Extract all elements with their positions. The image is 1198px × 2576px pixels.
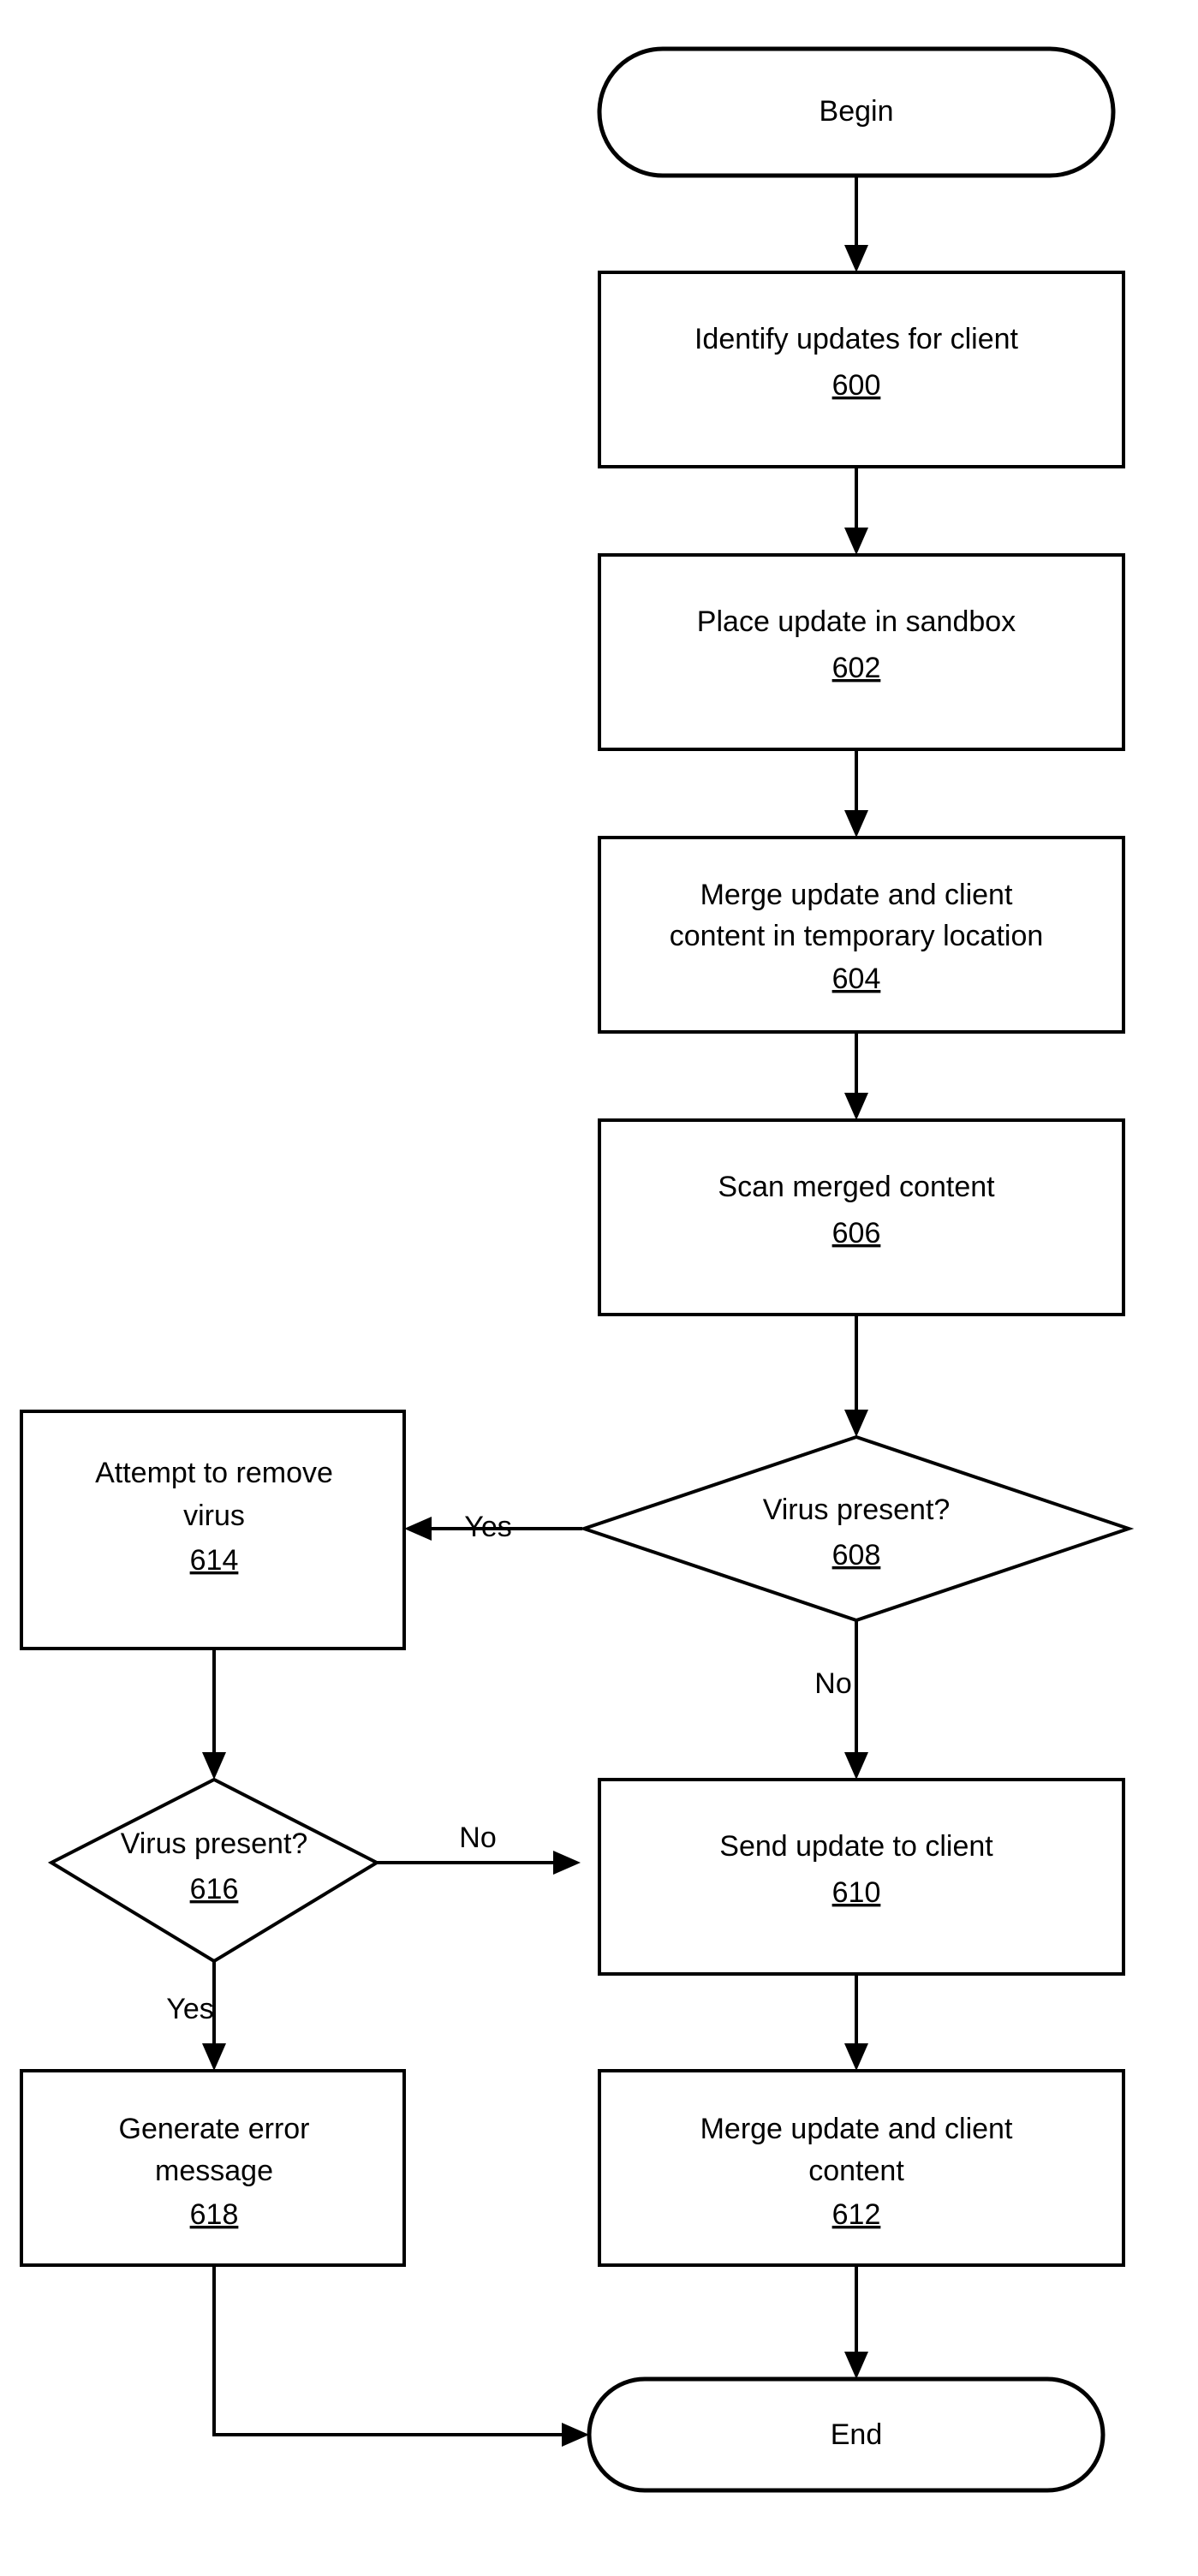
edge-616-no-to-610 [377, 1851, 581, 1875]
edge-label-no-608: No [814, 1667, 851, 1700]
place-sandbox-line1: Place update in sandbox [697, 605, 1016, 638]
scan-merged-ref: 606 [832, 1217, 881, 1249]
virus-present-616-shape [47, 1777, 381, 1964]
scan-merged-line1: Scan merged content [718, 1171, 995, 1203]
virus-present-608-ref: 608 [832, 1539, 881, 1571]
edge-606-to-608 [844, 1315, 868, 1437]
identify-updates-line1: Identify updates for client [694, 323, 1019, 355]
identify-updates-ref: 600 [832, 369, 881, 402]
attempt-remove-ref: 614 [190, 1544, 239, 1577]
flowchart-svg: Yes No No Yes Begin Identify updates for… [20, 46, 1135, 2493]
send-update-line1: Send update to client [719, 1830, 993, 1863]
flowchart-canvas: Yes No No Yes Begin Identify updates for… [0, 0, 1198, 2576]
merge-temp-line2: content in temporary location [670, 920, 1044, 952]
edge-label-yes-608: Yes [464, 1511, 511, 1543]
node-attempt-remove[interactable]: Attempt to remove virus 614 [20, 1410, 406, 1650]
virus-present-616-ref: 616 [190, 1873, 239, 1905]
send-update-ref: 610 [832, 1876, 881, 1909]
edge-610-to-612 [844, 1974, 868, 2071]
virus-present-616-line1: Virus present? [121, 1828, 308, 1860]
node-merge-client[interactable]: Merge update and client content 612 [598, 2069, 1125, 2267]
begin-label: Begin [820, 95, 894, 128]
node-place-sandbox[interactable]: Place update in sandbox 602 [598, 553, 1125, 751]
merge-client-ref: 612 [832, 2198, 881, 2231]
node-begin[interactable]: Begin [597, 46, 1116, 178]
merge-client-line1: Merge update and client [700, 2113, 1013, 2145]
edge-618-to-end [212, 2265, 589, 2447]
edge-label-no-616: No [459, 1822, 496, 1854]
generate-error-line1: Generate error [119, 2113, 310, 2145]
edge-begin-to-600 [844, 176, 868, 272]
edge-612-to-end [844, 2265, 868, 2379]
place-sandbox-ref: 602 [832, 652, 881, 684]
attempt-remove-line1: Attempt to remove [95, 1457, 333, 1489]
edge-614-to-616 [202, 1649, 226, 1780]
edge-608-no-to-610 [844, 1620, 868, 1780]
node-virus-present-616[interactable]: Virus present? 616 [47, 1777, 381, 1964]
generate-error-ref: 618 [190, 2198, 239, 2231]
node-scan-merged[interactable]: Scan merged content 606 [598, 1118, 1125, 1316]
node-identify-updates[interactable]: Identify updates for client 600 [598, 271, 1125, 468]
generate-error-line2: message [155, 2155, 273, 2187]
node-generate-error[interactable]: Generate error message 618 [20, 2069, 406, 2267]
edge-604-to-606 [844, 1032, 868, 1120]
merge-temp-line1: Merge update and client [700, 879, 1013, 911]
merge-temp-ref: 604 [832, 963, 881, 995]
merge-client-line2: content [808, 2155, 904, 2187]
edge-600-to-602 [844, 467, 868, 555]
virus-present-608-shape [578, 1434, 1135, 1623]
node-send-update[interactable]: Send update to client 610 [598, 1778, 1125, 1976]
edge-602-to-604 [844, 749, 868, 838]
attempt-remove-line2: virus [183, 1500, 245, 1532]
node-end[interactable]: End [587, 2376, 1106, 2493]
virus-present-608-line1: Virus present? [763, 1494, 951, 1526]
end-label: End [831, 2418, 883, 2451]
edge-label-yes-616: Yes [166, 1993, 213, 2025]
node-virus-present-608[interactable]: Virus present? 608 [578, 1434, 1135, 1623]
node-merge-temp[interactable]: Merge update and client content in tempo… [598, 836, 1125, 1034]
